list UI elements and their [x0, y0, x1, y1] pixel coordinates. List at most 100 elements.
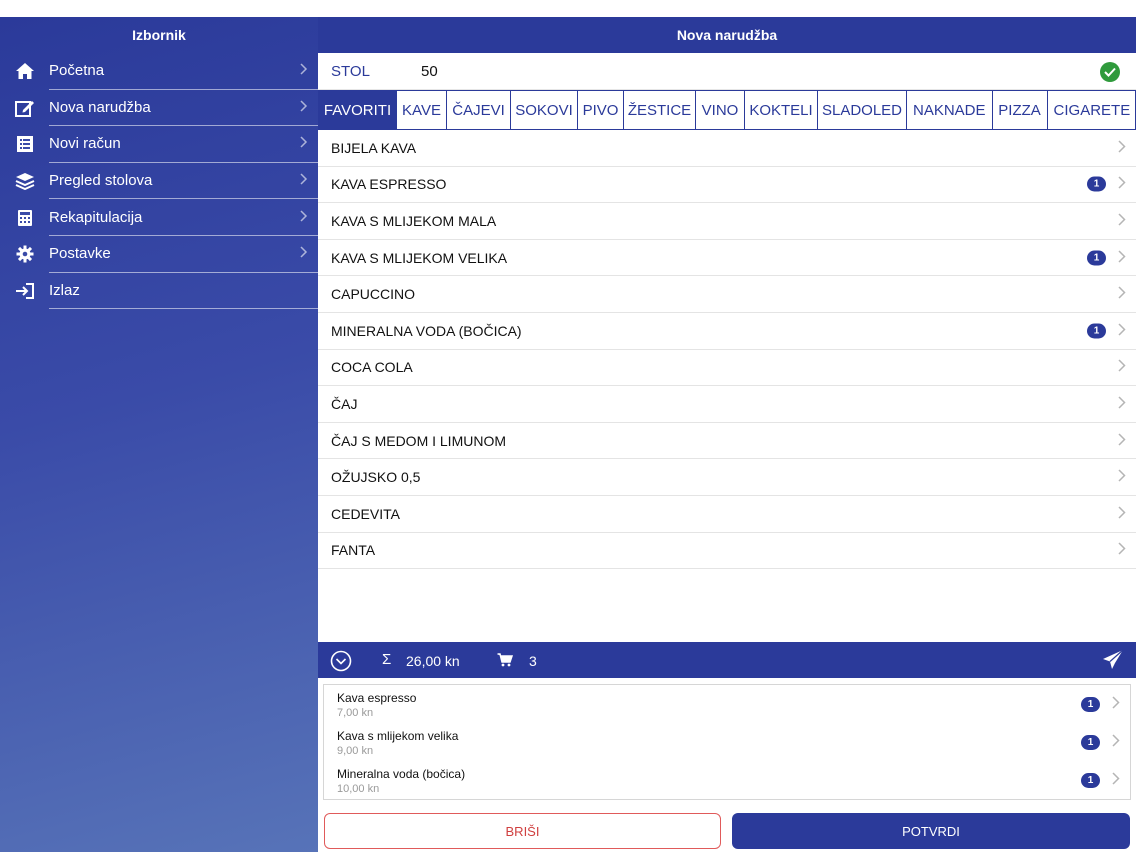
sidebar-item-label: Novi račun: [49, 126, 318, 163]
quantity-badge: 1: [1087, 250, 1106, 266]
sidebar-item-postavke[interactable]: Postavke: [0, 236, 318, 273]
check-icon: [1100, 62, 1120, 82]
product-name: KAVA S MLIJEKOM MALA: [331, 212, 497, 229]
product-row[interactable]: FANTA: [318, 533, 1136, 570]
product-name: CAPUCCINO: [331, 286, 416, 303]
chevron-right-icon: [1118, 176, 1126, 192]
chevron-right-icon: [300, 209, 308, 227]
collapse-toggle-icon[interactable]: [330, 650, 352, 675]
tab-kave[interactable]: KAVE: [397, 91, 447, 129]
quantity-badge: 1: [1081, 735, 1100, 750]
table-label: STOL: [331, 62, 370, 80]
product-name: FANTA: [331, 542, 376, 559]
chevron-right-icon: [1118, 506, 1126, 522]
tab-pizza[interactable]: PIZZA: [993, 91, 1048, 129]
table-selector[interactable]: STOL 50: [318, 53, 1136, 90]
product-name: COCA COLA: [331, 359, 413, 376]
confirm-button[interactable]: POTVRDI: [732, 813, 1130, 849]
order-item-price: 9,00 kn: [337, 745, 374, 757]
quantity-badge: 1: [1087, 323, 1106, 339]
sidebar-item-label: Rekapitulacija: [49, 199, 318, 236]
chevron-right-icon: [300, 99, 308, 117]
chevron-right-icon: [300, 245, 308, 263]
sidebar-title: Izbornik: [132, 27, 186, 43]
sidebar: Izbornik Početna Nova narudžba Novi raču…: [0, 17, 318, 852]
chevron-right-icon: [1118, 250, 1126, 266]
quantity-badge: 1: [1081, 773, 1100, 788]
product-row[interactable]: KAVA S MLIJEKOM MALA: [318, 203, 1136, 240]
tab-vino[interactable]: VINO: [696, 91, 745, 129]
tab-sokovi[interactable]: SOKOVI: [511, 91, 578, 129]
chevron-right-icon: [300, 172, 308, 190]
order-item[interactable]: Kava s mlijekom velika 9,00 kn 1: [324, 723, 1130, 761]
tab-cajevi[interactable]: ČAJEVI: [447, 91, 511, 129]
product-name: MINERALNA VODA (BOČICA): [331, 322, 522, 339]
sidebar-item-label: Pregled stolova: [49, 163, 318, 200]
main-panel: Nova narudžba STOL 50 FAVORITI KAVE ČAJE…: [318, 17, 1136, 852]
logout-icon: [0, 282, 49, 299]
sidebar-item-label: Nova narudžba: [49, 90, 318, 127]
sidebar-item-label: Izlaz: [49, 273, 318, 310]
cart-count: 3: [529, 653, 537, 669]
product-name: KAVA ESPRESSO: [331, 176, 447, 193]
product-row[interactable]: KAVA ESPRESSO 1: [318, 167, 1136, 204]
tab-naknade[interactable]: NAKNADE: [907, 91, 993, 129]
status-bar: [0, 0, 1136, 17]
chevron-right-icon: [1118, 469, 1126, 485]
send-icon[interactable]: [1102, 649, 1124, 674]
product-name: CEDEVITA: [331, 505, 400, 522]
quantity-badge: 1: [1087, 176, 1106, 192]
sidebar-item-pocetna[interactable]: Početna: [0, 53, 318, 90]
sidebar-item-pregled-stolova[interactable]: Pregled stolova: [0, 163, 318, 200]
chevron-right-icon: [1112, 772, 1120, 790]
product-row[interactable]: CAPUCCINO: [318, 276, 1136, 313]
order-item[interactable]: Kava espresso 7,00 kn 1: [324, 685, 1130, 723]
product-name: BIJELA KAVA: [331, 139, 417, 156]
sidebar-item-label: Postavke: [49, 236, 318, 273]
chevron-right-icon: [1118, 433, 1126, 449]
sidebar-item-rekapitulacija[interactable]: Rekapitulacija: [0, 199, 318, 236]
product-row[interactable]: ČAJ S MEDOM I LIMUNOM: [318, 423, 1136, 460]
tab-cigarete[interactable]: CIGARETE: [1048, 91, 1136, 129]
delete-button[interactable]: BRIŠI: [324, 813, 721, 849]
order-item[interactable]: Mineralna voda (bočica) 10,00 kn 1: [324, 761, 1130, 799]
chevron-right-icon: [1118, 542, 1126, 558]
home-icon: [0, 62, 49, 80]
sidebar-item-novi-racun[interactable]: Novi račun: [0, 126, 318, 163]
tab-zestice[interactable]: ŽESTICE: [624, 91, 696, 129]
category-tabs: FAVORITI KAVE ČAJEVI SOKOVI PIVO ŽESTICE…: [318, 90, 1136, 130]
table-number: 50: [421, 62, 438, 80]
sum-icon: Σ: [382, 651, 392, 668]
sidebar-item-nova-narudzba[interactable]: Nova narudžba: [0, 90, 318, 127]
order-summary-bar: Σ 26,00 kn 3: [318, 642, 1136, 678]
product-row[interactable]: KAVA S MLIJEKOM VELIKA 1: [318, 240, 1136, 277]
chevron-right-icon: [1118, 323, 1126, 339]
product-row[interactable]: OŽUJSKO 0,5: [318, 459, 1136, 496]
edit-icon: [0, 99, 49, 117]
tab-pivo[interactable]: PIVO: [578, 91, 624, 129]
product-row[interactable]: CEDEVITA: [318, 496, 1136, 533]
sidebar-item-label: Početna: [49, 53, 318, 90]
product-row[interactable]: COCA COLA: [318, 350, 1136, 387]
product-name: ČAJ: [331, 395, 358, 412]
chevron-right-icon: [1118, 140, 1126, 156]
product-row[interactable]: ČAJ: [318, 386, 1136, 423]
order-items-list: Kava espresso 7,00 kn 1 Kava s mlijekom vel…: [323, 684, 1131, 800]
order-item-name: Kava espresso: [337, 691, 417, 705]
layers-icon: [0, 172, 49, 191]
quantity-badge: 1: [1081, 697, 1100, 712]
chevron-right-icon: [1118, 213, 1126, 229]
tab-favoriti[interactable]: FAVORITI: [319, 91, 397, 129]
receipt-icon: [0, 135, 49, 153]
order-item-price: 7,00 kn: [337, 707, 374, 719]
tab-kokteli[interactable]: KOKTELI: [745, 91, 818, 129]
product-row[interactable]: BIJELA KAVA: [318, 130, 1136, 167]
cart-icon: [497, 653, 514, 670]
tab-sladoled[interactable]: SLADOLED: [818, 91, 907, 129]
chevron-right-icon: [300, 62, 308, 80]
product-list: BIJELA KAVA KAVA ESPRESSO 1 KAVA S MLIJEKOM…: [318, 130, 1136, 570]
sidebar-item-izlaz[interactable]: Izlaz: [0, 273, 318, 310]
order-item-price: 10,00 kn: [337, 783, 380, 795]
product-row[interactable]: MINERALNA VODA (BOČICA) 1: [318, 313, 1136, 350]
calculator-icon: [0, 209, 49, 227]
